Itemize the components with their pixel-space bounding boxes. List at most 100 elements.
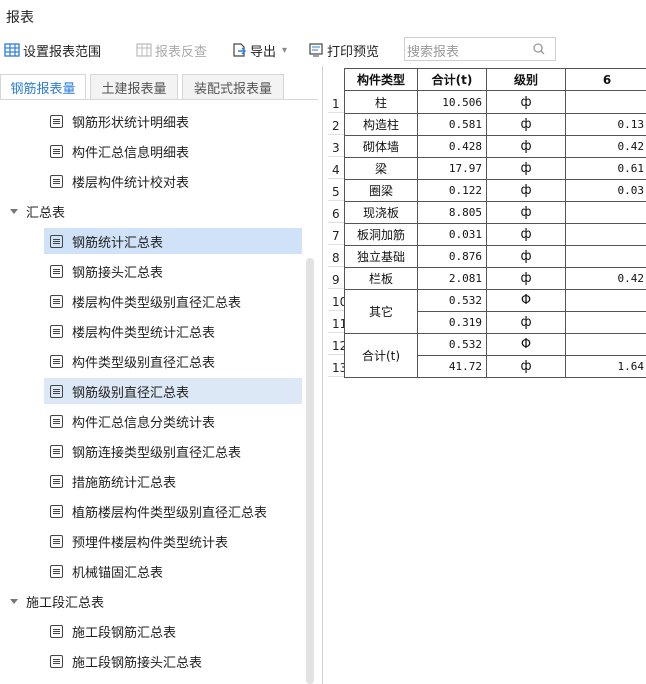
tree-group-summary[interactable]: 汇总表	[10, 198, 65, 224]
tree-item[interactable]: 构件类型级别直径汇总表	[50, 348, 215, 374]
cell-d6[interactable]	[565, 90, 646, 114]
report-check-button[interactable]: 报表反查	[136, 40, 207, 60]
cell-level[interactable]: ф	[486, 90, 566, 114]
report-table: 构件类型 合计(t) 级别 6 1 2 3 4 5 6 7 8 9 10 11 …	[328, 68, 646, 420]
cell-level[interactable]: ф	[486, 113, 566, 136]
search-input[interactable]: 搜索报表	[404, 37, 556, 61]
cell-type[interactable]: 柱	[344, 90, 418, 114]
tab-civil-report-label: 土建报表量	[101, 81, 167, 97]
tab-civil-report[interactable]: 土建报表量	[90, 74, 178, 100]
cell-type[interactable]: 板洞加筋	[344, 223, 418, 246]
tree-item-label: 钢筋接头汇总表	[72, 265, 164, 281]
row-number: 12	[328, 333, 347, 355]
cell-level[interactable]: ф	[486, 201, 566, 224]
panel-splitter[interactable]	[322, 66, 323, 684]
cell-total[interactable]: 0.122	[417, 179, 487, 202]
document-icon	[50, 324, 63, 338]
tab-prefab-report[interactable]: 装配式报表量	[182, 74, 284, 100]
cell-total[interactable]: 0.319	[417, 311, 487, 334]
cell-level[interactable]: ф	[486, 355, 566, 378]
column-header-total: 合计(t)	[417, 68, 487, 91]
tree-item[interactable]: 措施筋统计汇总表	[50, 468, 176, 494]
tree-item[interactable]: 构件汇总信息分类统计表	[50, 408, 215, 434]
cell-type[interactable]: 现浇板	[344, 201, 418, 224]
document-icon	[50, 654, 63, 668]
cell-total[interactable]: 0.428	[417, 135, 487, 158]
cell-d6[interactable]: 0.03	[565, 179, 646, 202]
row-number: 1	[328, 91, 344, 113]
cell-d6[interactable]	[565, 289, 646, 312]
tab-divider	[0, 99, 318, 100]
row-number: 7	[328, 223, 344, 245]
cell-level[interactable]: Φ	[486, 289, 566, 312]
set-report-range-button[interactable]: 设置报表范围	[4, 40, 101, 60]
cell-level[interactable]: ф	[486, 157, 566, 180]
export-label: 导出	[250, 44, 277, 60]
cell-level[interactable]: ф	[486, 223, 566, 246]
print-preview-button[interactable]: 打印预览	[308, 40, 379, 60]
cell-total[interactable]: 0.876	[417, 245, 487, 268]
tree-item[interactable]: 构件汇总信息明细表	[50, 138, 189, 164]
document-icon	[50, 414, 63, 428]
tree-item-label: 措施筋统计汇总表	[72, 475, 177, 491]
cell-d6[interactable]	[565, 223, 646, 246]
tree-item[interactable]: 机械锚固汇总表	[50, 558, 163, 584]
cell-total[interactable]: 0.532	[417, 289, 487, 312]
cell-d6[interactable]: 1.64	[565, 355, 646, 378]
cell-type[interactable]: 独立基础	[344, 245, 418, 268]
tree-item[interactable]: 楼层构件类型统计汇总表	[50, 318, 215, 344]
cell-d6[interactable]	[565, 201, 646, 224]
cell-d6[interactable]: 0.42	[565, 267, 646, 290]
document-icon	[50, 474, 63, 488]
cell-type[interactable]: 砌体墙	[344, 135, 418, 158]
tree-item[interactable]: 钢筋连接类型级别直径汇总表	[50, 438, 241, 464]
cell-total[interactable]: 10.506	[417, 90, 487, 114]
tree-scrollbar[interactable]	[306, 258, 314, 684]
tree-item[interactable]: 施工段钢筋汇总表	[50, 618, 176, 644]
cell-d6[interactable]	[565, 245, 646, 268]
cell-d6[interactable]	[565, 333, 646, 356]
tree-item[interactable]: 预埋件楼层构件类型统计表	[50, 528, 228, 554]
tree-item[interactable]: 施工段钢筋接头汇总表	[50, 648, 202, 674]
cell-total[interactable]: 0.031	[417, 223, 487, 246]
tree-item[interactable]: 钢筋形状统计明细表	[50, 108, 189, 134]
row-number: 13	[328, 355, 347, 377]
cell-level[interactable]: Φ	[486, 333, 566, 356]
cell-total[interactable]: 0.581	[417, 113, 487, 136]
cell-type-other[interactable]: 其它	[344, 289, 418, 334]
tree-item[interactable]: 钢筋级别直径汇总表	[44, 378, 302, 404]
cell-type[interactable]: 梁	[344, 157, 418, 180]
cell-total[interactable]: 17.97	[417, 157, 487, 180]
search-icon[interactable]	[532, 42, 546, 56]
cell-d6[interactable]: 0.42	[565, 135, 646, 158]
cell-level[interactable]: ф	[486, 179, 566, 202]
cell-d6[interactable]	[565, 311, 646, 334]
tree-item[interactable]: 钢筋接头汇总表	[50, 258, 163, 284]
tree-item[interactable]: 钢筋统计汇总表	[44, 228, 302, 254]
tree-item[interactable]: 植筋楼层构件类型级别直径汇总表	[50, 498, 267, 524]
cell-type-sum[interactable]: 合计(t)	[344, 333, 418, 378]
cell-total[interactable]: 8.805	[417, 201, 487, 224]
export-button[interactable]: 导出 ▾	[231, 40, 287, 60]
tree-item[interactable]: 楼层构件统计校对表	[50, 168, 189, 194]
cell-level[interactable]: ф	[486, 135, 566, 158]
cell-total[interactable]: 41.72	[417, 355, 487, 378]
tab-rebar-report[interactable]: 钢筋报表量	[0, 74, 86, 100]
cell-level[interactable]: ф	[486, 311, 566, 334]
tree-group-label: 施工段汇总表	[26, 595, 105, 611]
tree-item-label: 楼层构件统计校对表	[72, 175, 190, 191]
cell-total[interactable]: 2.081	[417, 267, 487, 290]
cell-d6[interactable]: 0.13	[565, 113, 646, 136]
grid-settings-icon	[4, 43, 20, 57]
document-icon	[50, 564, 63, 578]
tree-group-construction-stage[interactable]: 施工段汇总表	[10, 588, 104, 614]
tree-item[interactable]: 楼层构件类型级别直径汇总表	[50, 288, 241, 314]
cell-total[interactable]: 0.532	[417, 333, 487, 356]
cell-type[interactable]: 构造柱	[344, 113, 418, 136]
cell-type[interactable]: 圈梁	[344, 179, 418, 202]
cell-type[interactable]: 栏板	[344, 267, 418, 290]
tab-prefab-report-label: 装配式报表量	[193, 81, 272, 97]
cell-d6[interactable]: 0.61	[565, 157, 646, 180]
cell-level[interactable]: ф	[486, 245, 566, 268]
cell-level[interactable]: ф	[486, 267, 566, 290]
